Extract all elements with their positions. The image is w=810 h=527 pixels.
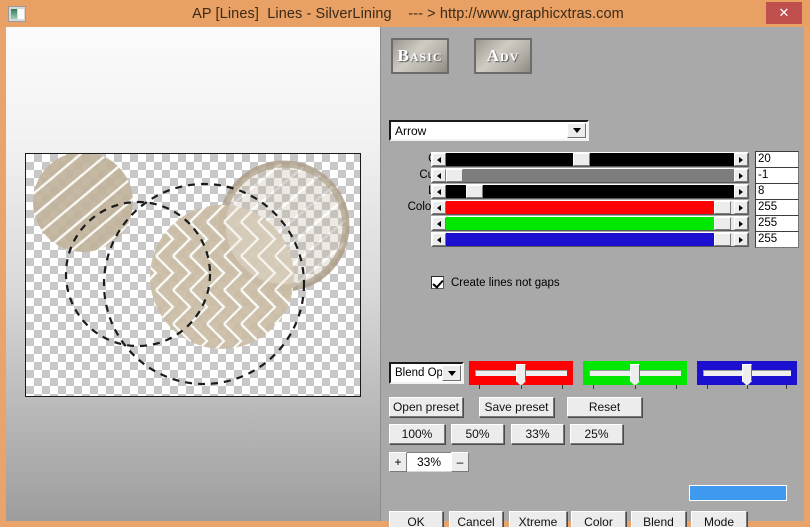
slider-row-line: Line: 8 <box>381 183 804 200</box>
slider-value-line[interactable]: 8 <box>755 183 799 200</box>
preview-canvas[interactable] <box>25 153 361 397</box>
chevron-down-icon[interactable] <box>442 365 461 381</box>
shape-select[interactable]: Arrow <box>389 120 589 141</box>
trackbar-red[interactable] <box>469 361 573 389</box>
trackbar-green[interactable] <box>583 361 687 389</box>
color-button[interactable]: Color <box>571 511 626 527</box>
tab-basic[interactable]: Basic <box>391 38 449 74</box>
slider-track-cutoff[interactable] <box>431 168 749 183</box>
preview-artwork <box>33 154 350 386</box>
create-lines-checkbox-label: Create lines not gaps <box>451 276 560 289</box>
zoom-100-button[interactable]: 100% <box>389 424 445 444</box>
blend-button[interactable]: Blend <box>631 511 686 527</box>
slider-increment-color-r[interactable] <box>734 201 748 214</box>
zoom-50-button[interactable]: 50% <box>451 424 504 444</box>
slider-row-cutoff: Cutoff: -1 <box>381 167 804 184</box>
reset-button[interactable]: Reset <box>567 397 642 417</box>
mode-button[interactable]: Mode <box>691 511 747 527</box>
chevron-down-icon[interactable] <box>567 123 586 138</box>
zoom-value-field[interactable]: 33% <box>407 452 451 472</box>
trackbar-green-thumb[interactable] <box>629 364 640 386</box>
shape-select-value: Arrow <box>395 123 427 138</box>
slider-fill-line[interactable] <box>446 185 734 198</box>
slider-fill-color-b[interactable] <box>446 233 734 246</box>
preview-pane <box>6 27 381 521</box>
slider-fill-gap[interactable] <box>446 153 734 166</box>
slider-row-color-r: Color[R]: 255 <box>381 199 804 216</box>
slider-value-color-g[interactable]: 255 <box>755 215 799 232</box>
zoom-stepper: + 33% – <box>389 452 469 472</box>
slider-increment-color-g[interactable] <box>734 217 748 230</box>
tab-adv[interactable]: Adv <box>474 38 532 74</box>
slider-track-color-b[interactable] <box>431 232 749 247</box>
slider-row-gap: Gap: 20 <box>381 151 804 168</box>
slider-decrement-cutoff[interactable] <box>432 169 446 182</box>
slider-fill-color-r[interactable] <box>446 201 734 214</box>
slider-track-gap[interactable] <box>431 152 749 167</box>
slider-increment-line[interactable] <box>734 185 748 198</box>
progress-bar <box>689 485 787 501</box>
slider-fill-color-g[interactable] <box>446 217 734 230</box>
control-pane: Basic Adv Arrow Gap: 20 <box>381 27 804 527</box>
slider-fill-cutoff[interactable] <box>446 169 734 182</box>
slider-row-color-g: 255 <box>381 215 804 232</box>
checkbox-icon[interactable] <box>431 276 444 289</box>
document-icon <box>8 5 26 22</box>
slider-decrement-line[interactable] <box>432 185 446 198</box>
slider-increment-gap[interactable] <box>734 153 748 166</box>
slider-track-color-r[interactable] <box>431 200 749 215</box>
close-button[interactable]: ✕ <box>766 2 802 24</box>
open-preset-button[interactable]: Open preset <box>389 397 463 417</box>
ok-button[interactable]: OK <box>389 511 443 527</box>
zoom-increase-button[interactable]: + <box>389 452 407 472</box>
slider-value-gap[interactable]: 20 <box>755 151 799 168</box>
trackbar-red-thumb[interactable] <box>515 364 526 386</box>
slider-decrement-gap[interactable] <box>432 153 446 166</box>
slider-decrement-color-g[interactable] <box>432 217 446 230</box>
zoom-decrease-button[interactable]: – <box>451 452 469 472</box>
window-title: AP [Lines] Lines - SilverLining --- > ht… <box>192 5 624 22</box>
slider-value-cutoff[interactable]: -1 <box>755 167 799 184</box>
xtreme-button[interactable]: Xtreme <box>509 511 567 527</box>
client-area: Basic Adv Arrow Gap: 20 <box>6 27 804 527</box>
zoom-33-button[interactable]: 33% <box>511 424 564 444</box>
create-lines-checkbox-row[interactable]: Create lines not gaps <box>431 276 560 289</box>
slider-increment-color-b[interactable] <box>734 233 748 246</box>
slider-row-color-b: 255 <box>381 231 804 248</box>
save-preset-button[interactable]: Save preset <box>479 397 554 417</box>
slider-track-line[interactable] <box>431 184 749 199</box>
blend-options-value: Blend Opti <box>395 367 442 379</box>
cancel-button[interactable]: Cancel <box>449 511 503 527</box>
slider-increment-cutoff[interactable] <box>734 169 748 182</box>
slider-track-color-g[interactable] <box>431 216 749 231</box>
slider-value-color-b[interactable]: 255 <box>755 231 799 248</box>
zoom-25-button[interactable]: 25% <box>570 424 623 444</box>
trackbar-blue[interactable] <box>697 361 797 389</box>
blend-options-select[interactable]: Blend Opti <box>389 362 464 384</box>
slider-value-color-r[interactable]: 255 <box>755 199 799 216</box>
slider-decrement-color-r[interactable] <box>432 201 446 214</box>
slider-decrement-color-b[interactable] <box>432 233 446 246</box>
title-bar: AP [Lines] Lines - SilverLining --- > ht… <box>0 0 810 27</box>
trackbar-blue-thumb[interactable] <box>742 364 752 386</box>
application-window: AP [Lines] Lines - SilverLining --- > ht… <box>0 0 810 527</box>
